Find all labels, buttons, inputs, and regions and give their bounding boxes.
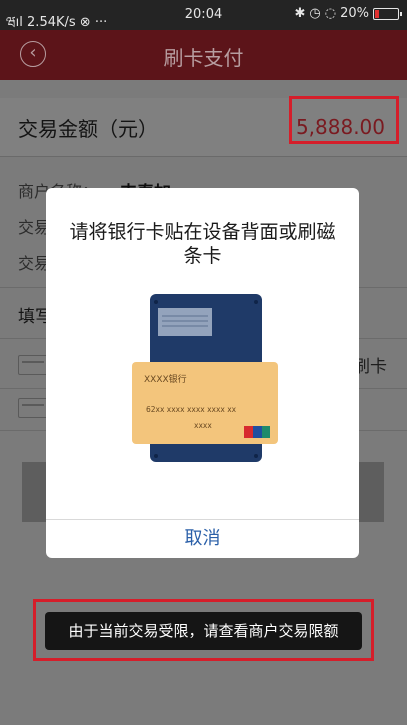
location-icon: ◌: [324, 6, 337, 21]
battery-icon: [373, 7, 402, 20]
alarm-icon: ◷: [309, 6, 321, 21]
page-title: 刷卡支付: [163, 46, 244, 70]
unionpay-logo-icon: [244, 426, 270, 438]
cancel-button[interactable]: 取消: [46, 520, 359, 558]
card-bank-name: XXXX银行: [144, 373, 187, 385]
card-number-tail: xxxx: [194, 421, 212, 430]
dialog-title: 请将银行卡贴在设备背面或刷磁条卡: [69, 221, 336, 267]
battery-percent: 20%: [340, 6, 369, 21]
card-reader-illustration: XXXX银行 62xx xxxx xxxx xxxx xx xxxx: [132, 294, 278, 462]
bluetooth-icon: ✱: [294, 6, 306, 21]
card-number: 62xx xxxx xxxx xxxx xx: [146, 405, 237, 414]
limit-toast: 由于当前交易受限，请查看商户交易限额: [45, 612, 362, 650]
card-prompt-dialog: 请将银行卡贴在设备背面或刷磁条卡 XXXX银行 62xx xxxx xxxx x…: [46, 188, 359, 558]
amount-label: 交易金额（元）: [18, 117, 158, 141]
amount-highlight-box: [289, 96, 399, 144]
status-right: ✱ ◷ ◌ 20%: [294, 6, 402, 21]
password-field-icon: [18, 398, 48, 418]
device-label: [158, 308, 212, 336]
status-bar: ཝıl 2.54K/s ⊗ ··· 20:04 ✱ ◷ ◌ 20%: [0, 0, 407, 30]
nav-bar: ‹ 刷卡支付: [0, 30, 407, 80]
battery-fill: [375, 9, 379, 18]
card-field-icon: [18, 355, 48, 375]
